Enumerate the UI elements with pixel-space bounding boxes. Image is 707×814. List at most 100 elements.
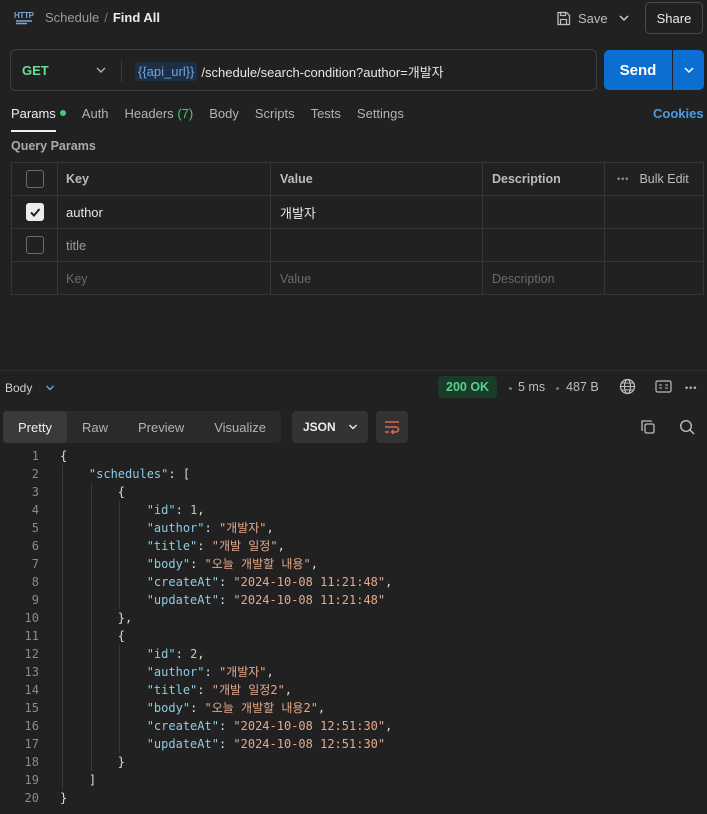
response-body-code[interactable]: 1{ 2 "schedules": [ 3 { 4 "id": 1, 5 "au… <box>0 447 707 814</box>
json-string: "개발 일정2" <box>211 683 285 697</box>
json-string: "개발 일정" <box>211 539 278 553</box>
response-time[interactable]: 5 ms <box>518 380 545 394</box>
tab-settings[interactable]: Settings <box>357 106 404 126</box>
more-options-icon[interactable]: ••• <box>685 384 697 393</box>
breadcrumb: Schedule / Find All <box>45 10 160 25</box>
line-number: 9 <box>31 593 39 607</box>
tab-body[interactable]: Body <box>209 106 239 126</box>
tab-params-label: Params <box>11 106 56 121</box>
json-string: "2024-10-08 11:21:48" <box>233 575 386 589</box>
param-description-input[interactable] <box>483 196 605 228</box>
tab-tests[interactable]: Tests <box>311 106 341 126</box>
tab-preview[interactable]: Preview <box>123 411 199 443</box>
method-selector[interactable]: GET <box>22 63 49 78</box>
code-line: 16 "createAt": "2024-10-08 12:51:30", <box>0 717 707 735</box>
tab-pretty[interactable]: Pretty <box>3 411 67 443</box>
query-params-title: Query Params <box>11 139 96 153</box>
new-key-input[interactable]: Key <box>58 262 271 295</box>
column-header-key: Key <box>58 163 271 195</box>
param-key-input[interactable]: author <box>58 196 271 228</box>
request-name[interactable]: Find All <box>113 10 160 25</box>
copy-icon[interactable] <box>640 419 656 435</box>
column-header-value: Value <box>271 163 483 195</box>
format-dropdown[interactable]: JSON <box>292 411 368 443</box>
url-input[interactable]: {{api_url}} /schedule/search-condition?a… <box>135 62 444 81</box>
code-line: 14 "title": "개발 일정2", <box>0 681 707 699</box>
globe-icon[interactable] <box>619 378 636 395</box>
json-key: "title" <box>146 683 198 697</box>
bulk-edit-button[interactable]: Bulk Edit <box>639 172 688 186</box>
json-key: "createAt" <box>146 719 219 733</box>
chevron-down-icon <box>348 424 357 430</box>
param-description-input[interactable] <box>483 229 605 261</box>
tab-visualize[interactable]: Visualize <box>199 411 281 443</box>
line-number: 14 <box>24 683 39 697</box>
column-options-icon[interactable]: ••• <box>617 174 629 184</box>
json-key: "author" <box>146 665 205 679</box>
json-key: "body" <box>146 701 191 715</box>
line-number: 3 <box>31 485 39 499</box>
share-button[interactable]: Share <box>645 2 703 34</box>
send-options-button[interactable] <box>673 50 704 90</box>
save-options-chevron[interactable] <box>618 8 632 28</box>
save-button[interactable]: Save <box>556 8 608 28</box>
status-badge[interactable]: 200 OK <box>438 376 498 398</box>
new-value-input[interactable]: Value <box>271 262 483 295</box>
line-number: 13 <box>24 665 39 679</box>
json-key: "createAt" <box>146 575 219 589</box>
response-view-tabs: Pretty Raw Preview Visualize <box>3 411 282 443</box>
code-line: 13 "author": "개발자", <box>0 663 707 681</box>
code-line: 11 { <box>0 627 707 645</box>
code-line: 7 "body": "오늘 개발할 내용", <box>0 555 707 573</box>
headers-count: (7) <box>177 106 194 121</box>
line-number: 18 <box>24 755 39 769</box>
send-button[interactable]: Send <box>604 50 672 90</box>
code-line: 20} <box>0 789 707 807</box>
header-checkbox-cell <box>12 163 58 195</box>
code-line: 19 ] <box>0 771 707 789</box>
line-number: 16 <box>24 719 39 733</box>
cookies-link[interactable]: Cookies <box>653 106 704 121</box>
json-string: "오늘 개발할 내용" <box>204 557 311 571</box>
separator-dot <box>556 387 559 390</box>
param-value-input[interactable]: 개발자 <box>271 196 483 228</box>
code-line: 6 "title": "개발 일정", <box>0 537 707 555</box>
json-key: "updateAt" <box>146 593 219 607</box>
method-chevron-down-icon[interactable] <box>95 64 107 76</box>
tab-scripts[interactable]: Scripts <box>255 106 295 126</box>
search-icon[interactable] <box>679 419 695 435</box>
chevron-down-icon[interactable] <box>45 383 55 393</box>
url-divider <box>121 60 122 82</box>
json-number: 2 <box>190 647 198 661</box>
url-variable[interactable]: {{api_url}} <box>135 62 198 81</box>
wrap-lines-icon <box>385 421 400 434</box>
format-label: JSON <box>303 420 336 434</box>
tab-raw[interactable]: Raw <box>67 411 123 443</box>
param-checkbox-checked[interactable] <box>25 203 44 221</box>
tab-params[interactable]: Params <box>11 106 66 132</box>
json-key: "id" <box>146 647 176 661</box>
tab-headers[interactable]: Headers (7) <box>125 106 194 126</box>
line-content: "title": "개발 일정2", <box>146 683 293 697</box>
tab-auth[interactable]: Auth <box>82 106 109 126</box>
json-key: "body" <box>146 557 191 571</box>
line-number: 17 <box>24 737 39 751</box>
breadcrumb-collection[interactable]: Schedule <box>45 10 99 25</box>
save-response-icon[interactable] <box>655 380 672 393</box>
response-section-label[interactable]: Body <box>5 381 32 395</box>
response-size[interactable]: 487 B <box>566 380 599 394</box>
param-value-input[interactable] <box>271 229 483 261</box>
save-icon <box>557 11 571 25</box>
select-all-checkbox[interactable] <box>25 170 44 188</box>
wrap-lines-button[interactable] <box>376 411 408 443</box>
param-key-input[interactable]: title <box>58 229 271 261</box>
line-number: 8 <box>31 575 39 589</box>
new-description-input[interactable]: Description <box>483 262 605 295</box>
line-number: 7 <box>31 557 39 571</box>
line-number: 15 <box>24 701 39 715</box>
param-checkbox[interactable] <box>25 236 44 254</box>
url-path[interactable]: /schedule/search-condition?author=개발자 <box>201 62 443 81</box>
line-content: "schedules": [ <box>88 467 191 481</box>
line-content: "id": 1, <box>146 503 205 517</box>
param-row-end <box>605 229 703 261</box>
